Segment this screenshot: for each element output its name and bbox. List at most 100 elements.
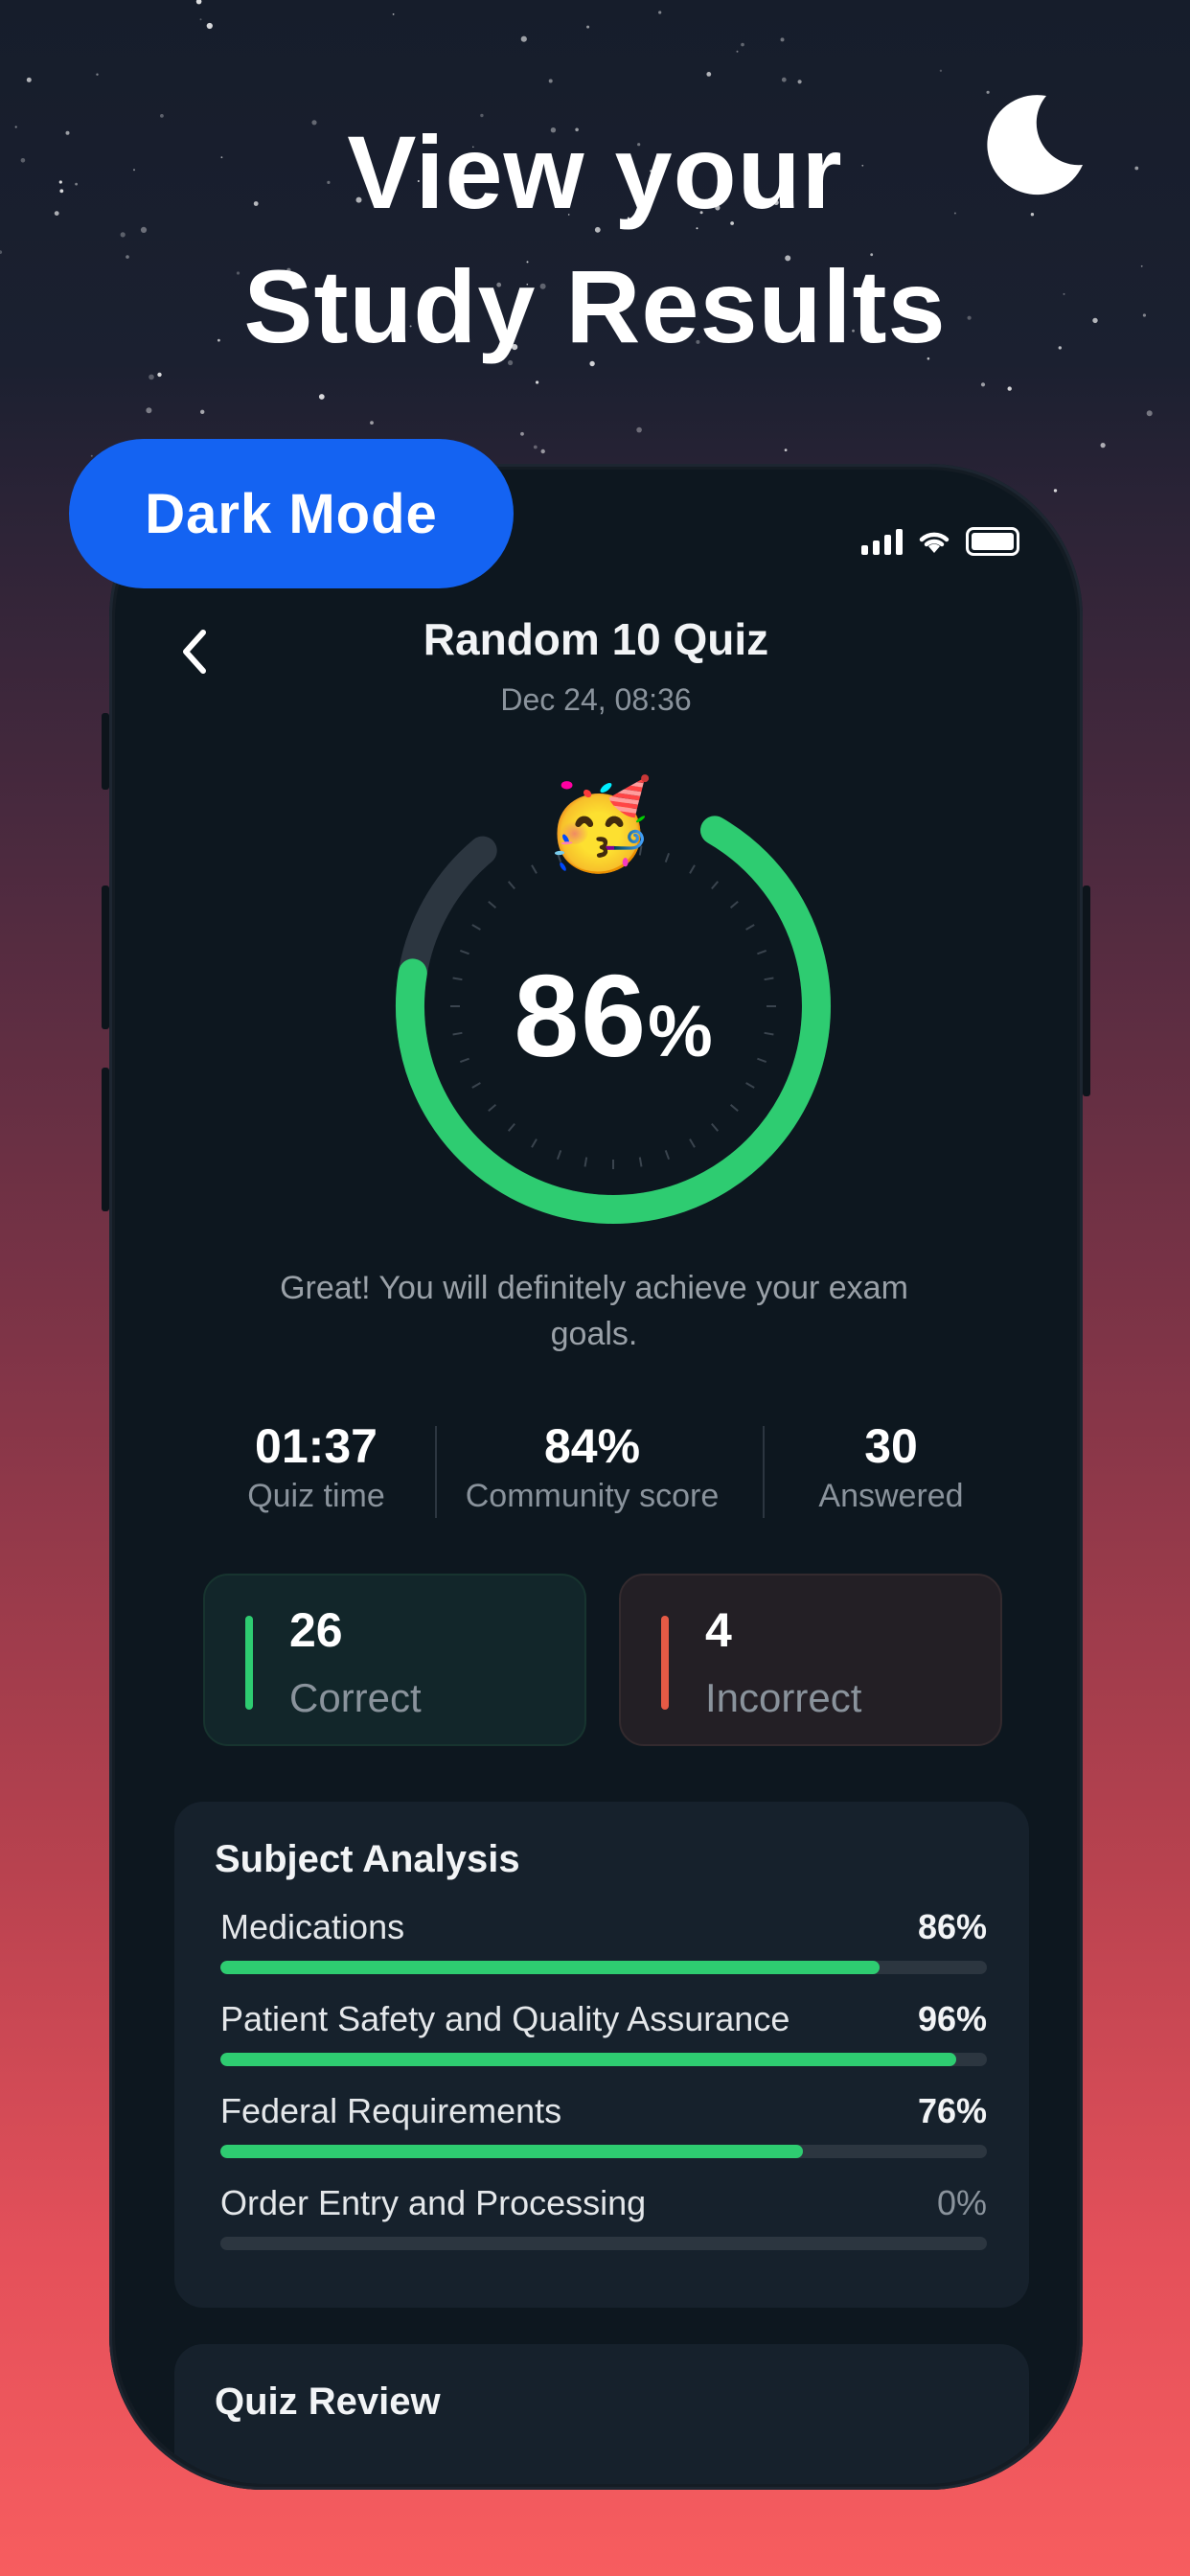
score-ring-tick (531, 864, 538, 874)
score-ring-tick (507, 881, 515, 890)
star (980, 382, 986, 387)
star (200, 409, 205, 414)
subject-progress-track (220, 1961, 987, 1974)
score-ring-tick (471, 1082, 481, 1089)
incorrect-answers-card[interactable]: 4 Incorrect (619, 1574, 1002, 1746)
star (741, 42, 744, 47)
score-ring-tick (689, 1138, 696, 1148)
score-ring-tick (488, 1104, 497, 1113)
score-ring-tick (711, 1122, 720, 1132)
star (548, 79, 553, 83)
score-ring-tick (507, 1122, 515, 1132)
star (533, 445, 538, 449)
stat-label: Quiz time (247, 1478, 385, 1514)
score-ring-tick (711, 881, 720, 890)
app-screen: Random 10 Quiz Dec 24, 08:36 🥳 86% Great… (115, 470, 1077, 2484)
score-ring-tick (664, 1150, 671, 1161)
dark-mode-badge: Dark Mode (69, 439, 514, 588)
star (784, 448, 788, 451)
quiz-review-title: Quiz Review (215, 2380, 441, 2423)
incorrect-count: 4 (705, 1603, 732, 1657)
correct-label: Correct (289, 1675, 422, 1720)
star (195, 0, 202, 5)
star (520, 35, 527, 42)
stat-value: 84% (543, 1419, 641, 1473)
stat-divider (763, 1426, 765, 1518)
subject-name: Patient Safety and Quality Assurance (220, 1999, 790, 2038)
party-face-emoji: 🥳 (544, 776, 654, 874)
star (392, 13, 395, 15)
star (540, 448, 545, 454)
mute-switch (102, 713, 109, 790)
volume-down-button (102, 1068, 109, 1211)
subject-analysis-title: Subject Analysis (215, 1838, 520, 1880)
score-ring-tick (729, 900, 739, 908)
wifi-icon (919, 532, 950, 553)
result-message: Great! You will definitely achieve your … (280, 1270, 908, 1352)
correct-answers-card[interactable]: 26 Correct (203, 1574, 586, 1746)
power-button (1083, 886, 1090, 1096)
star (1146, 410, 1153, 417)
star (96, 73, 99, 76)
star (206, 22, 213, 30)
subject-name: Medications (220, 1907, 405, 1946)
crescent-moon-icon (987, 95, 1083, 196)
star (26, 77, 32, 82)
subject-progress-fill (220, 2053, 956, 2066)
cellular-signal-icon (861, 528, 903, 555)
star (706, 72, 712, 77)
status-bar (861, 527, 1019, 556)
volume-up-button (102, 886, 109, 1029)
stat-label: Community score (465, 1478, 720, 1514)
score-ring-tick (689, 864, 696, 874)
score-unit: % (648, 991, 713, 1072)
subject-progress-track (220, 2053, 987, 2066)
star (736, 50, 739, 53)
subject-progress-track (220, 2237, 987, 2250)
star (370, 421, 374, 425)
score-ring-tick (638, 1157, 643, 1167)
incorrect-label: Incorrect (705, 1675, 862, 1720)
star (781, 77, 787, 82)
star (1053, 489, 1058, 493)
score-ring-tick (471, 924, 481, 931)
score-ring-tick (729, 1104, 739, 1113)
subject-name: Federal Requirements (220, 2091, 562, 2130)
headline-line-2: Study Results (243, 248, 947, 364)
incorrect-indicator-bar (661, 1616, 669, 1710)
subject-progress-fill (220, 2145, 803, 2158)
subject-progress-track (220, 2145, 987, 2158)
subject-analysis-panel: Subject Analysis Medications 86% Patient… (174, 1802, 1029, 2308)
score-ring-tick (531, 1138, 538, 1148)
star (146, 407, 152, 414)
star (318, 394, 325, 400)
star (520, 431, 524, 436)
stat-label: Answered (818, 1478, 964, 1514)
stat-community-score: 84% Community score (448, 1418, 736, 1515)
correct-count: 26 (289, 1603, 343, 1657)
phone-mockup: Random 10 Quiz Dec 24, 08:36 🥳 86% Great… (102, 464, 1090, 2490)
stat-quiz-time: 01:37 Quiz time (220, 1418, 412, 1515)
star (780, 37, 785, 42)
subject-percent: 76% (917, 2091, 987, 2130)
stat-value: 01:37 (255, 1419, 378, 1473)
page-title: Random 10 Quiz (423, 614, 769, 664)
score-ring-tick (556, 1150, 562, 1161)
correct-indicator-bar (245, 1616, 253, 1710)
star (149, 374, 154, 380)
star (199, 18, 202, 21)
subject-progress-fill (220, 1961, 880, 1974)
star (1100, 443, 1106, 448)
star (636, 426, 642, 433)
quiz-review-panel[interactable]: Quiz Review (174, 2344, 1029, 2484)
stat-value: 30 (864, 1419, 918, 1473)
star (939, 69, 943, 73)
subject-percent: 0% (936, 2183, 987, 2222)
score-ring-tick (745, 1082, 755, 1089)
star (586, 25, 590, 29)
battery-icon (966, 527, 1019, 556)
star (536, 380, 539, 384)
score-value: 86 (514, 951, 649, 1081)
subject-percent: 86% (917, 1907, 987, 1946)
stat-divider (435, 1426, 437, 1518)
